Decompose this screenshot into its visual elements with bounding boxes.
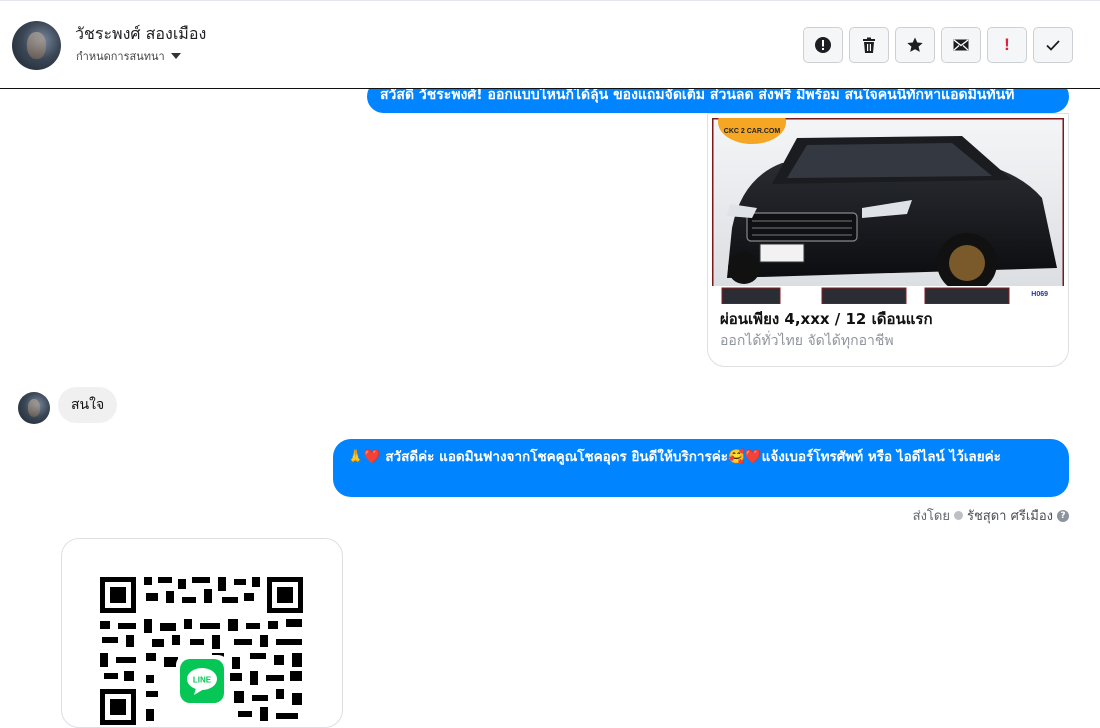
sent-by-name[interactable]: รัชสุดา ศรีเมือง [967, 505, 1053, 526]
alert-button[interactable] [803, 27, 843, 63]
mark-done-button[interactable] [1033, 27, 1073, 63]
check-icon [1046, 40, 1060, 51]
conversation-label: กำหนดการสนทนา [76, 50, 165, 63]
sender-avatar[interactable] [18, 392, 50, 424]
exclamation-icon: ! [1004, 35, 1010, 54]
help-icon[interactable]: ? [1057, 509, 1069, 522]
outgoing-reply-message: 🙏❤️ สวัสดีค่ะ แอดมินฟางจากโชคคูณโชคอุดร … [333, 439, 1069, 497]
star-icon [907, 37, 923, 52]
conversation-header: วัชระพงศ์ สองเมือง กำหนดการสนทนา ! [0, 0, 1100, 89]
contact-name[interactable]: วัชระพงศ์ สองเมือง [75, 22, 206, 47]
sent-by-line: ส่งโดย รัชสุดา ศรีเมือง ? [913, 505, 1069, 526]
line-qr-code: LINE [100, 577, 303, 725]
star-button[interactable] [895, 27, 935, 63]
qr-code-card[interactable]: LINE [61, 538, 343, 728]
incoming-message: สนใจ [58, 387, 118, 423]
priority-button[interactable]: ! [987, 27, 1027, 63]
contact-avatar[interactable] [12, 21, 61, 70]
caret-down-icon [170, 53, 181, 59]
card-title: ผ่อนเพียง 4,xxx / 12 เดือนแรก [720, 310, 933, 328]
car-photo: CKC 2 CAR.COM H069 [712, 118, 1064, 304]
delete-button[interactable] [849, 27, 889, 63]
mark-unread-button[interactable] [941, 27, 981, 63]
plate-code: H069 [1031, 291, 1048, 298]
line-logo-text: LINE [193, 676, 212, 685]
conversation-label-dropdown[interactable]: กำหนดการสนทนา [76, 47, 181, 65]
card-subtitle: ออกได้ทั่วไทย จัดได้ทุกอาชีพ [720, 333, 894, 349]
trash-icon [863, 37, 875, 53]
sent-by-label: ส่งโดย [912, 509, 950, 524]
outgoing-product-card[interactable]: CKC 2 CAR.COM H069 ผ่อนเพียง 4,xxx / 12 … [707, 113, 1069, 367]
envelope-icon [953, 39, 969, 51]
conversation-actions: ! [803, 27, 1073, 63]
verified-icon [953, 511, 963, 520]
alert-icon [815, 37, 831, 53]
dealer-logo-text: CKC 2 CAR.COM [724, 128, 781, 135]
